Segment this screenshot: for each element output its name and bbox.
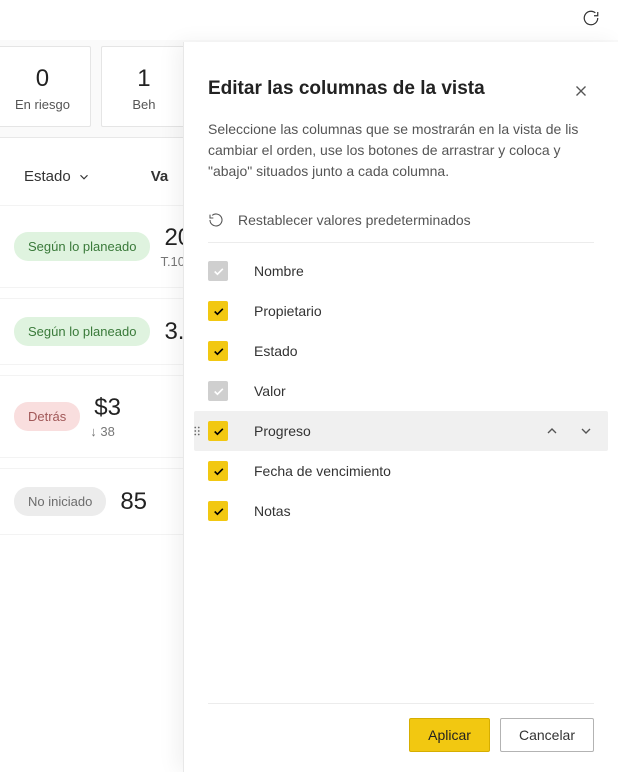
checkbox-icon	[208, 421, 228, 441]
move-down-icon[interactable]	[578, 423, 594, 439]
chevron-down-icon	[77, 170, 91, 184]
column-item-progreso[interactable]: Progreso	[194, 411, 608, 451]
panel-description: Seleccione las columnas que se mostrarán…	[184, 119, 618, 198]
status-badge: Según lo planeado	[14, 232, 150, 261]
column-label: Nombre	[254, 263, 304, 279]
edit-columns-panel: Editar las columnas de la vista Seleccio…	[183, 42, 618, 772]
checkbox-icon	[208, 341, 228, 361]
panel-title: Editar las columnas de la vista	[208, 78, 485, 100]
kpi-label: Beh	[122, 97, 166, 112]
kpi-label: En riesgo	[15, 97, 70, 112]
row-value: $3	[94, 394, 121, 422]
column-label: Valor	[254, 383, 286, 399]
reset-icon	[208, 212, 224, 228]
column-label: Estado	[254, 343, 298, 359]
kpi-value: 1	[122, 65, 166, 93]
column-label: Notas	[254, 503, 291, 519]
status-badge: No iniciado	[14, 487, 106, 516]
checkbox-icon	[208, 381, 228, 401]
checkbox-icon	[208, 461, 228, 481]
column-list: Nombre Propietario Estado Valor	[184, 243, 618, 703]
row-sub: ↓ 38	[90, 424, 121, 439]
checkbox-icon	[208, 301, 228, 321]
panel-header: Editar las columnas de la vista	[184, 42, 618, 119]
close-icon[interactable]	[572, 78, 590, 105]
kpi-card-behind[interactable]: 1 Beh	[101, 46, 187, 127]
apply-button[interactable]: Aplicar	[409, 718, 490, 752]
status-badge: Detrás	[14, 402, 80, 431]
column-item-nombre[interactable]: Nombre	[194, 251, 608, 291]
panel-footer: Aplicar Cancelar	[184, 704, 618, 772]
column-item-propietario[interactable]: Propietario	[194, 291, 608, 331]
column-label: Fecha de vencimiento	[254, 463, 391, 479]
cancel-button[interactable]: Cancelar	[500, 718, 594, 752]
kpi-card-at-risk[interactable]: 0 En riesgo	[0, 46, 91, 127]
column-header-estado[interactable]: Estado	[24, 168, 91, 185]
checkbox-icon	[208, 501, 228, 521]
drag-handle-icon[interactable]	[190, 424, 204, 438]
column-item-notas[interactable]: Notas	[194, 491, 608, 531]
row-value: 85	[120, 488, 147, 516]
reset-defaults-button[interactable]: Restablecer valores predeterminados	[184, 198, 618, 242]
checkbox-icon	[208, 261, 228, 281]
move-up-icon[interactable]	[544, 423, 560, 439]
column-item-estado[interactable]: Estado	[194, 331, 608, 371]
column-label: Progreso	[254, 423, 311, 439]
kpi-value: 0	[15, 65, 70, 93]
column-header-valor[interactable]: Va	[151, 168, 169, 185]
top-bar	[0, 0, 618, 40]
column-item-valor[interactable]: Valor	[194, 371, 608, 411]
status-badge: Según lo planeado	[14, 317, 150, 346]
column-item-fecha[interactable]: Fecha de vencimiento	[194, 451, 608, 491]
column-label: Propietario	[254, 303, 322, 319]
refresh-icon[interactable]	[582, 9, 600, 32]
